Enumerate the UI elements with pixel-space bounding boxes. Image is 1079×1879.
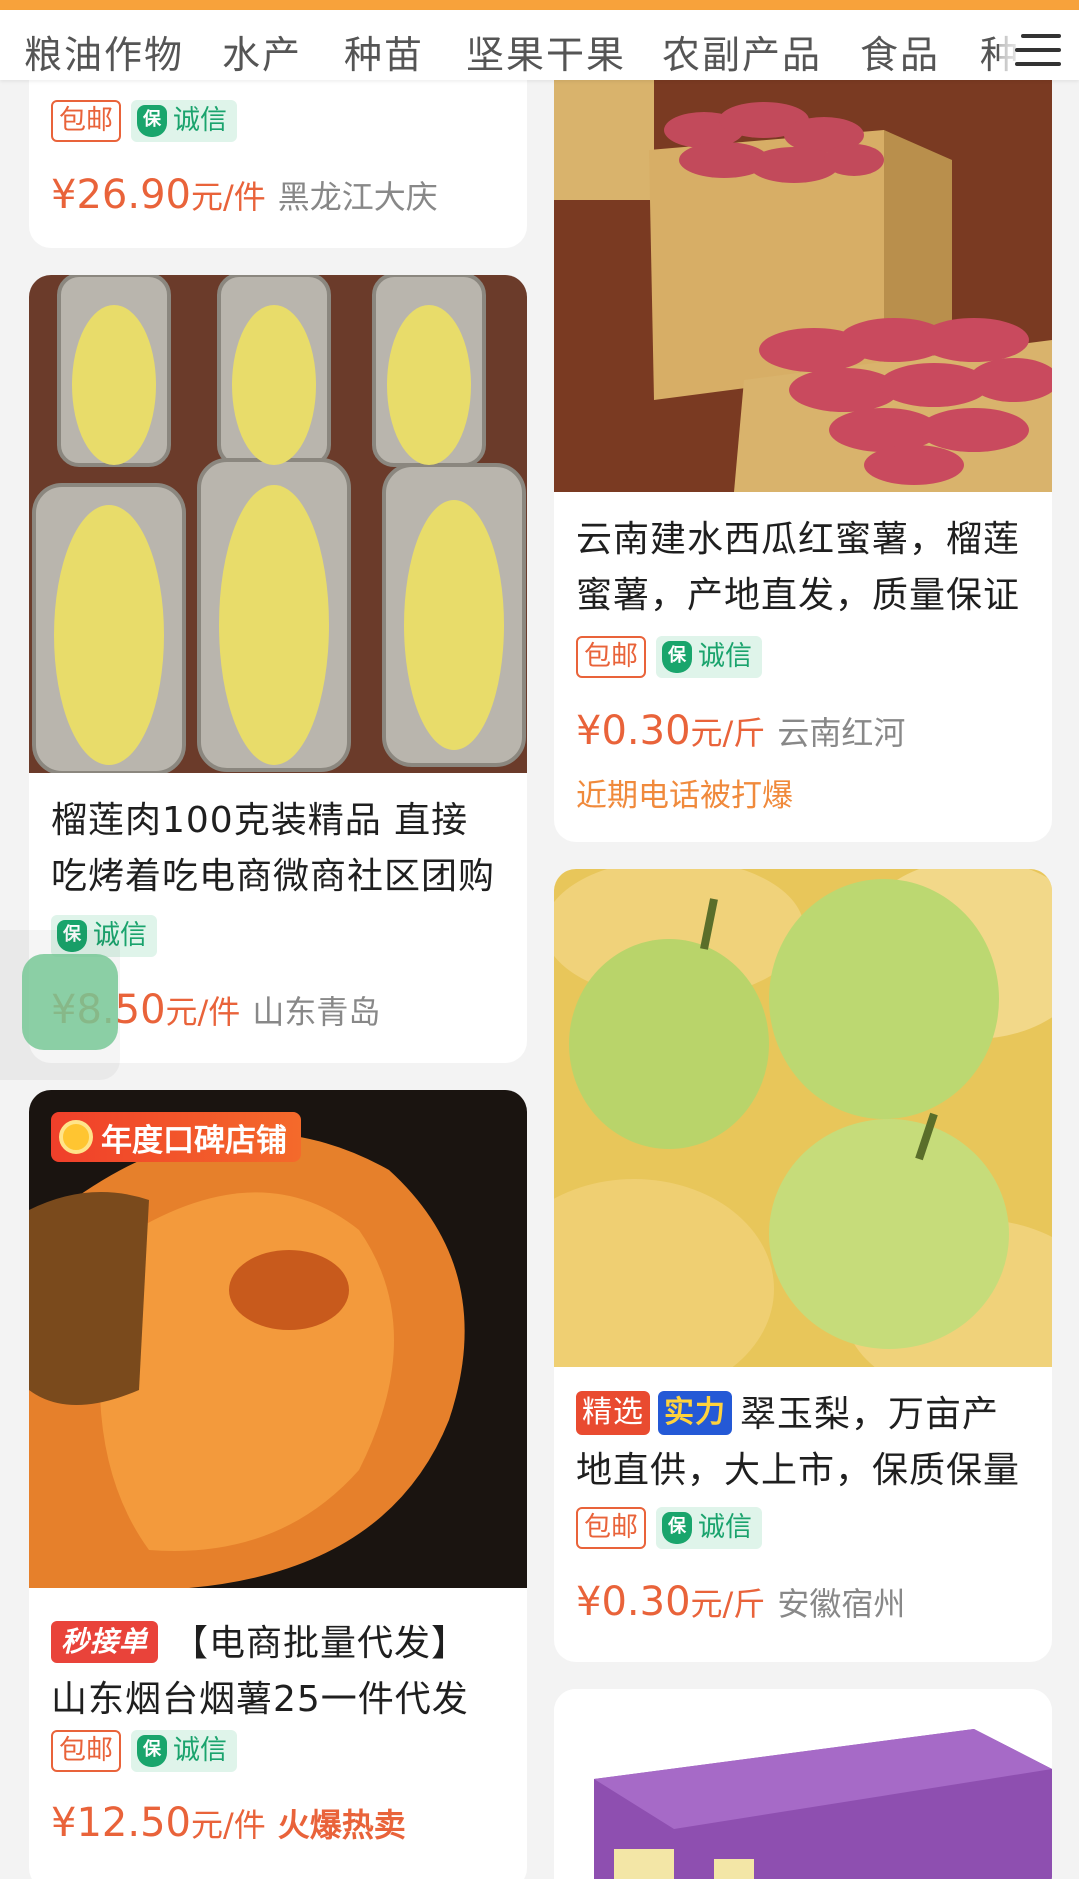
- price: ¥0.30元/斤: [576, 1579, 765, 1625]
- pear-product-image: [554, 869, 1052, 1367]
- shield-icon: 保: [662, 1512, 692, 1544]
- integrity-tag: 保 诚信: [656, 1507, 762, 1549]
- tab-seedlings[interactable]: 种苗: [344, 24, 424, 79]
- location: 云南红河: [777, 714, 906, 752]
- product-card-2[interactable]: 年度口碑店铺 秒接单 【电商批量代发】山东烟台烟薯25一件代发 包邮 保 诚信 ¥…: [29, 1090, 527, 1879]
- price-unit: 元/斤: [690, 714, 766, 752]
- tab-agri-products[interactable]: 农副产品: [662, 24, 822, 79]
- purple-box-product-image: [554, 1689, 1052, 1879]
- category-tab-bar: 粮油作物 水产 种苗 坚果干果 农副产品 食品 种: [0, 10, 1079, 80]
- price-value: ¥0.30: [576, 1579, 691, 1625]
- free-shipping-tag: 包邮: [576, 636, 646, 678]
- integrity-label: 诚信: [698, 641, 752, 672]
- price-unit: 元/件: [190, 1806, 266, 1844]
- location: 山东青岛: [252, 993, 381, 1031]
- free-shipping-tag: 包邮: [576, 1507, 646, 1549]
- strength-badge: 实力: [658, 1391, 732, 1435]
- integrity-label: 诚信: [698, 1512, 752, 1543]
- price: ¥0.30元/斤: [576, 708, 765, 754]
- top-accent-bar: [0, 0, 1079, 10]
- price-value: ¥26.90: [51, 172, 191, 218]
- hot-note: 近期电话被打爆: [576, 778, 793, 814]
- shield-icon: 保: [662, 641, 692, 673]
- product-title: 云南建水西瓜红蜜薯，榴莲蜜薯，产地直发，质量保证: [576, 519, 1021, 616]
- integrity-label: 诚信: [173, 105, 227, 136]
- quick-order-badge: 秒接单: [51, 1621, 159, 1663]
- free-shipping-tag: 包邮: [51, 1730, 121, 1772]
- price-unit: 元/件: [165, 993, 241, 1031]
- product-title: 秒接单 【电商批量代发】山东烟台烟薯25一件代发: [51, 1616, 505, 1728]
- yearly-badge-label: 年度口碑店铺: [101, 1122, 287, 1159]
- menu-icon: [1021, 34, 1061, 38]
- yearly-reputation-badge: 年度口碑店铺: [51, 1112, 301, 1162]
- hot-selling-label: 火爆热卖: [277, 1806, 406, 1844]
- shield-icon: 保: [137, 1735, 167, 1767]
- floating-action-button[interactable]: [22, 954, 118, 1050]
- price-value: ¥12.50: [51, 1800, 191, 1846]
- product-title: 精选 实力 翠玉梨，万亩产地直供，大上市，保质保量: [576, 1387, 1030, 1499]
- tab-grain-oil[interactable]: 粮油作物: [24, 24, 184, 79]
- product-card-5[interactable]: [554, 1689, 1052, 1879]
- integrity-label: 诚信: [173, 1735, 227, 1766]
- shield-icon: 保: [137, 105, 167, 137]
- integrity-tag: 保 诚信: [131, 100, 237, 142]
- menu-icon-line: [1015, 62, 1061, 66]
- product-card-4[interactable]: 精选 实力 翠玉梨，万亩产地直供，大上市，保质保量 包邮 保 诚信 ¥0.30元/斤…: [554, 869, 1052, 1662]
- sweet-potato-product-image: [29, 1090, 527, 1588]
- integrity-tag: 保 诚信: [131, 1730, 237, 1772]
- durian-product-image: [29, 275, 527, 773]
- tab-nuts[interactable]: 坚果干果: [466, 24, 626, 79]
- location: 安徽宿州: [777, 1585, 906, 1623]
- sweet-potato-box-image: [554, 40, 1052, 492]
- tab-aquatic[interactable]: 水产: [222, 24, 302, 79]
- integrity-tag: 保 诚信: [656, 636, 762, 678]
- location: 黑龙江大庆: [277, 178, 438, 216]
- price-unit: 元/斤: [690, 1585, 766, 1623]
- menu-icon-line: [1015, 48, 1061, 52]
- product-title: 榴莲肉100克装精品 直接吃烤着吃电商微商社区团购: [51, 800, 496, 897]
- price: ¥26.90元/件: [51, 172, 266, 218]
- tab-food[interactable]: 食品: [860, 24, 940, 79]
- category-menu-button[interactable]: [999, 20, 1069, 80]
- free-shipping-tag: 包邮: [51, 100, 121, 142]
- reputation-icon: [59, 1120, 93, 1154]
- price: ¥12.50元/件: [51, 1800, 266, 1846]
- price-unit: 元/件: [190, 178, 266, 216]
- price-value: ¥0.30: [576, 708, 691, 754]
- product-card-3[interactable]: 云南建水西瓜红蜜薯，榴莲蜜薯，产地直发，质量保证 包邮 保 诚信 ¥0.30元/…: [554, 40, 1052, 842]
- selected-badge: 精选: [576, 1391, 650, 1435]
